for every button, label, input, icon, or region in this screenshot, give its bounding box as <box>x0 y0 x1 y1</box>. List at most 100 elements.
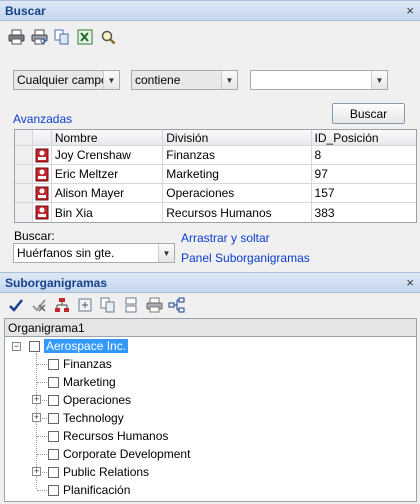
export-icon[interactable] <box>75 295 95 315</box>
suborg-panel-title: Suborganigramas <box>5 275 108 290</box>
check-icon[interactable] <box>6 295 26 315</box>
search-button[interactable]: Buscar <box>332 103 405 124</box>
uncheck-icon[interactable] <box>29 295 49 315</box>
tree-node-label: Planificación <box>63 483 131 497</box>
buscar-scope-label: Buscar: <box>14 229 55 243</box>
tree-node[interactable]: Operaciones <box>48 392 131 408</box>
tree-connector <box>42 400 47 401</box>
tree-node-checkbox[interactable] <box>29 340 40 352</box>
column-header-id[interactable]: ID_Posición <box>312 130 416 145</box>
column-header-division[interactable]: División <box>163 130 312 145</box>
tree-node-label: Marketing <box>63 375 116 389</box>
cell-id: 8 <box>314 148 322 162</box>
tree-node[interactable]: Finanzas <box>48 356 112 372</box>
tree-node-checkbox[interactable] <box>48 430 59 442</box>
tree-node[interactable]: Technology <box>48 410 124 426</box>
tree-connector <box>37 364 47 365</box>
cell-division: Finanzas <box>163 146 312 164</box>
buscar-toolbar <box>6 27 118 47</box>
cell-nombre: Alison Mayer <box>52 184 164 202</box>
cell-nombre: Eric Meltzer <box>52 165 164 183</box>
cell-nombre: Bin Xia <box>52 203 164 222</box>
tree-node-root[interactable]: Aerospace Inc. <box>29 338 129 354</box>
cell-id: 157 <box>314 186 335 200</box>
cell-division: Recursos Humanos <box>163 203 312 222</box>
print-icon[interactable] <box>144 295 164 315</box>
row-selector[interactable] <box>15 203 33 222</box>
icon-column-header <box>33 130 52 145</box>
expand-icon[interactable]: + <box>32 413 41 422</box>
tree-node-checkbox[interactable] <box>48 448 59 460</box>
tree-node-checkbox[interactable] <box>48 412 59 424</box>
advanced-search-link[interactable]: Avanzadas <box>13 112 72 126</box>
org-chart-tab[interactable]: Organigrama1 <box>4 318 417 336</box>
tree-connector <box>42 418 47 419</box>
excel-icon[interactable] <box>75 27 95 47</box>
expand-icon[interactable]: + <box>32 467 41 476</box>
tree-node-checkbox[interactable] <box>48 394 59 406</box>
person-icon <box>33 184 52 202</box>
table-row[interactable]: Joy Crenshaw Finanzas 8 <box>15 146 416 165</box>
tree-node-checkbox[interactable] <box>48 358 59 370</box>
close-icon[interactable]: × <box>406 3 414 18</box>
tree-node-checkbox[interactable] <box>48 376 59 388</box>
tree-connector <box>37 382 47 383</box>
chevron-down-icon[interactable]: ▼ <box>221 71 237 89</box>
table-row[interactable]: Bin Xia Recursos Humanos 383 <box>15 203 416 222</box>
drag-drop-hint: Arrastrar y soltar <box>181 231 270 245</box>
row-header-corner <box>15 130 33 145</box>
column-header-nombre[interactable]: Nombre <box>52 130 164 145</box>
tree-node-checkbox[interactable] <box>48 484 59 496</box>
row-selector[interactable] <box>15 165 33 183</box>
field-select-value: Cualquier campo <box>17 73 108 87</box>
row-selector[interactable] <box>15 146 33 164</box>
layout-icon[interactable] <box>167 295 187 315</box>
cell-division: Marketing <box>163 165 312 183</box>
tree-connector <box>37 490 47 491</box>
org-tree: − Aerospace Inc. Finanzas Marketing + Op… <box>4 336 417 502</box>
person-icon <box>33 165 52 183</box>
table-row[interactable]: Alison Mayer Operaciones 157 <box>15 184 416 203</box>
copy-icon[interactable] <box>98 295 118 315</box>
org-chart-icon[interactable] <box>52 295 72 315</box>
buscar-scope-select[interactable]: Huérfanos sin gte. ▼ <box>13 243 175 263</box>
find-icon[interactable] <box>98 27 118 47</box>
tree-node-checkbox[interactable] <box>48 466 59 478</box>
expand-icon[interactable]: + <box>32 395 41 404</box>
operator-select-value: contiene <box>135 73 181 87</box>
row-selector[interactable] <box>15 184 33 202</box>
tree-node-label: Public Relations <box>63 465 150 479</box>
table-row[interactable]: Eric Meltzer Marketing 97 <box>15 165 416 184</box>
person-icon <box>33 203 52 222</box>
tree-node[interactable]: Marketing <box>48 374 116 390</box>
print-icon[interactable] <box>6 27 26 47</box>
collapse-icon[interactable]: − <box>12 342 21 351</box>
tree-node[interactable]: Corporate Development <box>48 446 190 462</box>
cell-id: 383 <box>314 205 335 220</box>
print-preview-icon[interactable] <box>29 27 49 47</box>
search-text-combo[interactable]: ▼ <box>250 70 388 90</box>
tree-node[interactable]: Recursos Humanos <box>48 428 168 444</box>
split-icon[interactable] <box>121 295 141 315</box>
person-icon <box>33 146 52 164</box>
chevron-down-icon[interactable]: ▼ <box>158 244 174 262</box>
operator-select[interactable]: contiene ▼ <box>131 70 238 90</box>
tree-node-label: Technology <box>63 411 124 425</box>
tree-connector <box>42 472 47 473</box>
cell-id: 97 <box>314 167 328 181</box>
tree-node-label: Operaciones <box>63 393 132 407</box>
results-grid: Nombre División ID_Posición Joy Crenshaw… <box>14 129 417 223</box>
buscar-panel-title: Buscar <box>5 3 46 18</box>
tree-node-label: Recursos Humanos <box>63 429 169 443</box>
tree-node[interactable]: Public Relations <box>48 464 149 480</box>
field-select[interactable]: Cualquier campo ▼ <box>13 70 120 90</box>
buscar-scope-value: Huérfanos sin gte. <box>17 246 115 260</box>
cell-nombre: Joy Crenshaw <box>52 146 164 164</box>
tree-connector <box>37 436 47 437</box>
tree-node[interactable]: Planificación <box>48 482 130 498</box>
copy-icon[interactable] <box>52 27 72 47</box>
suborg-toolbar <box>6 295 187 315</box>
close-icon[interactable]: × <box>406 275 414 290</box>
chevron-down-icon[interactable]: ▼ <box>103 71 119 89</box>
chevron-down-icon[interactable]: ▼ <box>371 71 387 89</box>
